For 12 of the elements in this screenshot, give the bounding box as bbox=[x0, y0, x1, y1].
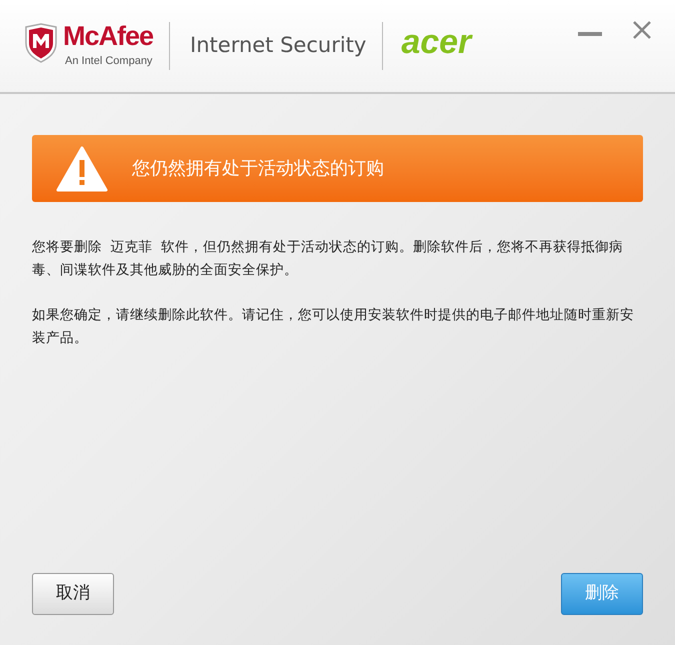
brand-tagline: An Intel Company bbox=[65, 54, 154, 69]
message-text: 如果您确定，请继续删除此软件。请记住，您可以使用安装软件时提供的电子邮件地址随时重新安装产品。 bbox=[32, 306, 635, 348]
partner-logo: acer bbox=[401, 25, 472, 59]
product-name: Internet Security bbox=[190, 32, 366, 60]
cancel-button[interactable]: 取消 bbox=[32, 573, 114, 615]
close-icon[interactable] bbox=[632, 20, 652, 40]
brand-name: McAfee bbox=[63, 22, 154, 50]
shield-logo-icon bbox=[24, 23, 58, 63]
alert-title: 您仍然拥有处于活动状态的订购 bbox=[132, 157, 384, 181]
message-text: 您将要删除 迈克菲 软件，但仍然拥有处于活动状态的订购。删除软件后，您将不再获得抵御病毒、间谍软件及其他威胁的全面安全保护。 bbox=[32, 238, 624, 280]
minimize-icon[interactable] bbox=[578, 32, 602, 37]
warning-icon bbox=[56, 146, 108, 192]
